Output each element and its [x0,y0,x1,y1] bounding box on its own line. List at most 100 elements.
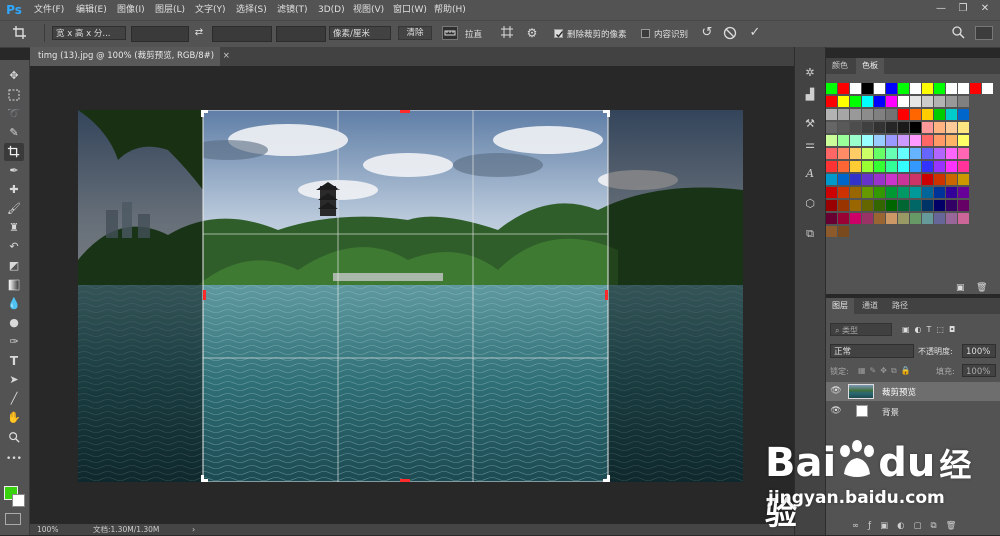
color-swatch[interactable] [934,187,945,198]
color-swatch[interactable] [826,200,837,211]
overlay-grid-icon[interactable] [497,24,517,42]
unit-dropdown[interactable]: 像素/厘米 [329,26,391,40]
color-swatch[interactable] [862,200,873,211]
crop-tool-icon[interactable] [4,143,24,161]
color-swatch[interactable] [922,161,933,172]
color-swatch[interactable] [874,135,885,146]
color-swatch[interactable] [946,109,957,120]
color-swatch[interactable] [922,213,933,224]
color-swatch[interactable] [958,200,969,211]
layer-filter-icons[interactable]: ▣◐T⬚◘ [902,323,992,336]
color-swatch[interactable] [862,109,873,120]
color-swatch[interactable] [922,83,933,94]
color-swatch[interactable] [838,135,849,146]
menu-edit[interactable]: 编辑(E) [76,3,107,17]
opacity-field[interactable]: 100% [962,344,996,358]
color-swatch[interactable] [886,135,897,146]
color-swatch[interactable] [826,96,837,107]
color-swatch[interactable] [946,213,957,224]
color-swatch[interactable] [886,174,897,185]
color-swatch[interactable] [826,174,837,185]
color-swatch[interactable] [958,122,969,133]
color-swatch[interactable] [910,148,921,159]
layer-row-crop-preview[interactable]: 👁 裁剪预览 [826,382,1000,401]
menu-type[interactable]: 文字(Y) [195,3,226,17]
color-swatch[interactable] [886,109,897,120]
color-swatch[interactable] [838,213,849,224]
path-select-tool-icon[interactable]: ➤ [4,371,24,389]
color-swatch[interactable] [898,174,909,185]
color-swatch[interactable] [922,96,933,107]
color-swatch[interactable] [922,187,933,198]
histogram-icon[interactable]: ▟ [800,86,820,104]
tab-color[interactable]: 颜色 [826,58,854,74]
color-swatch[interactable] [862,96,873,107]
color-swatch[interactable] [850,174,861,185]
color-swatch[interactable] [958,148,969,159]
color-swatch[interactable] [850,109,861,120]
color-swatch[interactable] [862,187,873,198]
color-swatch[interactable] [934,122,945,133]
color-swatch[interactable] [838,200,849,211]
color-swatch[interactable] [862,213,873,224]
color-swatch[interactable] [838,148,849,159]
reset-icon[interactable]: ↺ [698,24,716,42]
history-brush-icon[interactable]: ↶ [4,238,24,256]
color-swatch[interactable] [886,213,897,224]
color-swatch[interactable] [826,83,837,94]
gradient-tool-icon[interactable] [4,276,24,294]
background-color-swatch[interactable] [12,494,25,507]
color-swatch[interactable] [850,200,861,211]
new-swatch-icon[interactable]: ▣ [956,283,966,293]
color-swatch[interactable] [886,148,897,159]
clone-source-icon[interactable]: ⧉ [800,225,820,243]
color-swatch[interactable] [886,122,897,133]
color-swatch[interactable] [946,174,957,185]
tab-channels[interactable]: 通道 [856,298,884,314]
color-swatch[interactable] [850,148,861,159]
color-swatch[interactable] [874,161,885,172]
color-swatch[interactable] [934,109,945,120]
blur-tool-icon[interactable]: 💧 [4,295,24,313]
color-swatch[interactable] [910,135,921,146]
color-swatch[interactable] [874,187,885,198]
visibility-eye-icon[interactable]: 👁 [829,406,843,416]
color-swatch[interactable] [910,161,921,172]
color-swatch[interactable] [982,83,993,94]
color-swatch[interactable] [910,96,921,107]
commit-check-icon[interactable]: ✓ [746,24,764,42]
character-icon[interactable]: A [800,165,820,183]
ratio-preset-dropdown[interactable]: 宽 x 高 x 分... [52,26,126,40]
healing-brush-icon[interactable]: ✚ [4,181,24,199]
color-swatch[interactable] [862,122,873,133]
eyedropper-tool-icon[interactable]: ✒ [4,162,24,180]
3d-icon[interactable]: ⬡ [800,195,820,213]
color-swatch[interactable] [862,174,873,185]
color-swatch[interactable] [946,148,957,159]
color-swatch[interactable] [922,148,933,159]
clone-stamp-icon[interactable]: ♜ [4,219,24,237]
color-swatch[interactable] [934,174,945,185]
adjustments-icon[interactable]: ✲ [800,64,820,82]
tool-presets-icon[interactable]: ⚒ [800,115,820,133]
color-swatch[interactable] [886,96,897,107]
tab-swatches[interactable]: 色板 [856,58,884,74]
color-swatch[interactable] [826,148,837,159]
color-swatch[interactable] [910,122,921,133]
restore-button[interactable]: ❐ [956,2,970,16]
color-swatch[interactable] [958,96,969,107]
color-swatch[interactable] [910,213,921,224]
color-swatch[interactable] [862,148,873,159]
resolution-field[interactable] [276,26,326,42]
zoom-level[interactable]: 100% [37,524,58,535]
color-swatch[interactable] [850,161,861,172]
move-tool-icon[interactable]: ✥ [4,67,24,85]
content-aware-checkbox[interactable] [641,29,650,38]
quick-mask-icon[interactable] [5,513,21,525]
color-swatch[interactable] [874,96,885,107]
color-swatch[interactable] [838,161,849,172]
cancel-icon[interactable] [721,24,739,42]
color-swatch[interactable] [910,109,921,120]
straighten-icon[interactable] [442,26,458,40]
color-swatch[interactable] [922,109,933,120]
